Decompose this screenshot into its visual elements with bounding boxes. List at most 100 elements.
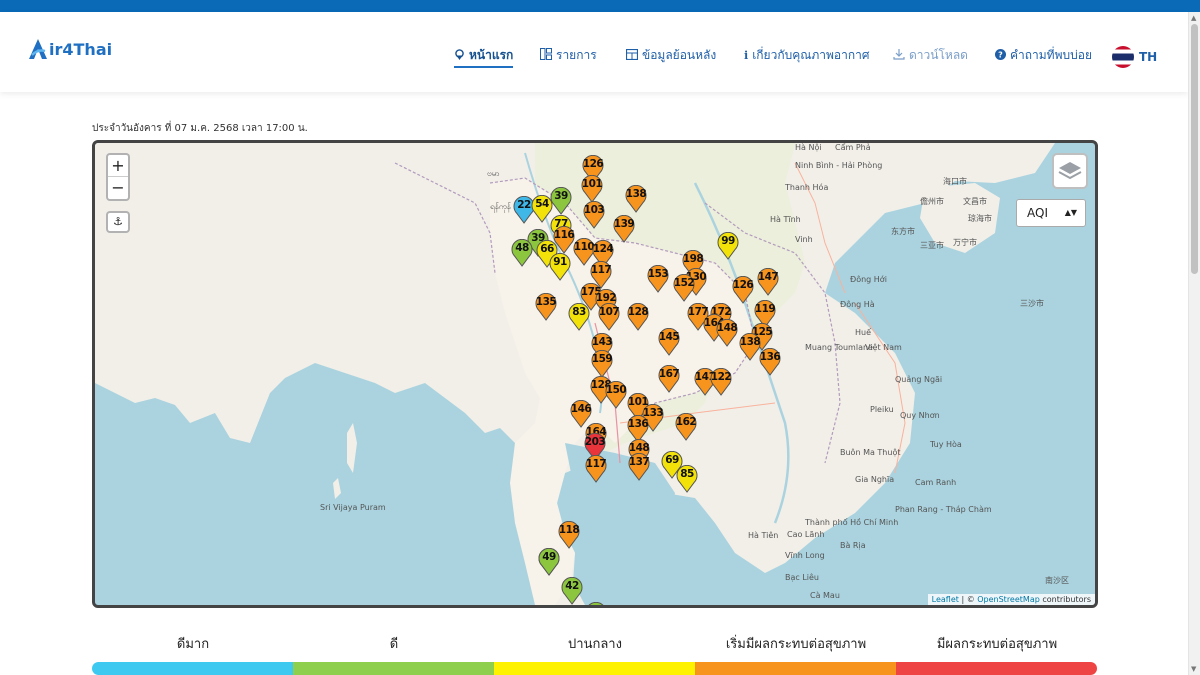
aqi-marker[interactable]: 136 xyxy=(759,347,781,376)
aqi-marker[interactable]: 49 xyxy=(538,547,560,576)
aqi-marker[interactable]: 135 xyxy=(535,292,557,321)
language-switcher[interactable]: TH xyxy=(1112,46,1157,68)
aqi-marker-value: 135 xyxy=(535,296,557,308)
aqi-marker[interactable]: 159 xyxy=(591,349,613,378)
marker-pin-icon xyxy=(588,601,604,605)
nav-about-air[interactable]: i เกี่ยวกับคุณภาพอากาศ xyxy=(744,46,870,65)
aqi-marker[interactable]: 117 xyxy=(585,454,607,483)
map-place-label: Đông Hà xyxy=(840,300,875,309)
aqi-marker[interactable]: 128 xyxy=(627,302,649,331)
osm-link[interactable]: OpenStreetMap xyxy=(977,595,1040,604)
page-scrollbar[interactable]: ▲ ▼ xyxy=(1188,12,1200,675)
aqi-marker-value: 48 xyxy=(515,242,529,254)
aqi-marker[interactable]: 167 xyxy=(658,364,680,393)
aqi-marker-value: 203 xyxy=(584,436,606,448)
aqi-marker[interactable]: 101 xyxy=(581,174,603,203)
map-place-label: 海口市 xyxy=(943,177,967,186)
aqi-marker[interactable]: 118 xyxy=(558,520,580,549)
legend-color-bar xyxy=(494,662,695,675)
map-place-label: Cao Lãnh xyxy=(787,530,825,539)
map-place-label: Hà Tiên xyxy=(748,531,779,540)
aqi-marker[interactable]: 99 xyxy=(717,231,739,260)
aqi-marker-value: 198 xyxy=(682,253,704,265)
aqi-marker[interactable]: 126 xyxy=(732,275,754,304)
aqi-map[interactable]: Hà Nội Cẩm Phả Ninh Bình - Hải Phòng Thanh … xyxy=(92,140,1098,608)
aqi-marker[interactable]: 48 xyxy=(511,238,533,267)
nav-about-air-label: เกี่ยวกับคุณภาพอากาศ xyxy=(752,48,870,62)
aqi-marker[interactable]: 162 xyxy=(675,412,697,441)
aqi-marker[interactable]: 138 xyxy=(625,184,647,213)
aqi-marker-value: 122 xyxy=(710,371,732,383)
aqi-marker[interactable]: 139 xyxy=(613,214,635,243)
aqi-marker[interactable]: 145 xyxy=(658,327,680,356)
map-place-label: 儋州市 xyxy=(920,197,944,206)
aqi-marker-value: 54 xyxy=(535,198,549,210)
pollutant-select[interactable]: AQI ▲▼ xyxy=(1016,199,1086,227)
layers-button[interactable] xyxy=(1052,153,1088,189)
map-pin-icon xyxy=(454,48,465,63)
aqi-marker-value: 153 xyxy=(647,268,669,280)
svg-text:?: ? xyxy=(998,50,1003,59)
site-logo[interactable]: ir4Thai xyxy=(28,38,112,60)
aqi-marker[interactable]: 137 xyxy=(628,452,650,481)
zoom-out-button[interactable]: − xyxy=(108,177,128,199)
map-place-label: Hà Nội xyxy=(795,143,822,152)
aqi-marker-value: 167 xyxy=(658,368,680,380)
aqi-marker[interactable]: 39 xyxy=(550,186,572,215)
scrollbar-thumb[interactable] xyxy=(1191,24,1198,274)
aqi-marker-value: 136 xyxy=(759,351,781,363)
aqi-marker-value: 85 xyxy=(680,468,694,480)
aqi-marker-value: 136 xyxy=(627,418,649,430)
aqi-marker-value: 138 xyxy=(625,188,647,200)
aqi-marker[interactable]: 83 xyxy=(568,302,590,331)
aqi-marker[interactable]: 122 xyxy=(710,367,732,396)
aqi-marker[interactable]: 138 xyxy=(739,332,761,361)
nav-history[interactable]: ข้อมูลย้อนหลัง xyxy=(625,46,716,65)
nav-download[interactable]: ดาวน์โหลด xyxy=(893,46,968,65)
map-place-label: Đông Hới xyxy=(850,275,887,284)
map-place-label: Thành phố Hồ Chí Minh xyxy=(805,518,899,527)
aqi-marker[interactable]: 153 xyxy=(647,264,669,293)
aqi-marker-value: 162 xyxy=(675,416,697,428)
aqi-marker[interactable]: 103 xyxy=(583,200,605,229)
aqi-marker[interactable]: 152 xyxy=(673,273,695,302)
zoom-in-button[interactable]: + xyxy=(108,155,128,177)
aqi-marker[interactable]: 85 xyxy=(676,464,698,493)
aqi-marker[interactable]: 43 xyxy=(585,601,607,605)
nav-home[interactable]: หน้าแรก xyxy=(454,46,514,68)
legend-label: เริ่มมีผลกระทบต่อสุขภาพ xyxy=(725,637,867,652)
attribution-tail: contributors xyxy=(1039,595,1091,604)
aqi-marker-value: 124 xyxy=(592,243,614,255)
aqi-marker-value: 143 xyxy=(591,336,613,348)
aqi-marker-value: 83 xyxy=(572,306,586,318)
aqi-marker-value: 159 xyxy=(591,353,613,365)
map-place-label: Phan Rang - Tháp Chàm xyxy=(895,505,992,514)
aqi-marker[interactable]: 107 xyxy=(598,302,620,331)
aqi-marker[interactable]: 150 xyxy=(605,380,627,409)
nav-faq[interactable]: ? คำถามที่พบบ่อย xyxy=(995,46,1092,65)
report-date: ประจำวันอังคาร ที่ 07 ม.ค. 2568 เวลา 17:… xyxy=(92,123,308,134)
aqi-marker-value: 152 xyxy=(673,277,695,289)
map-place-label: Vĩnh Long xyxy=(785,551,825,560)
aqi-marker-value: 126 xyxy=(732,279,754,291)
locate-button[interactable]: ⚓ xyxy=(106,211,130,233)
map-place-label: 琼海市 xyxy=(968,214,992,223)
map-place-label: 三沙市 xyxy=(1020,299,1044,308)
map-place-label: Việt Nam xyxy=(865,343,902,352)
aqi-marker-value: 42 xyxy=(565,580,579,592)
aqi-marker[interactable]: 147 xyxy=(757,267,779,296)
aqi-marker-value: 119 xyxy=(754,303,776,315)
scroll-down-arrow-icon[interactable]: ▼ xyxy=(1191,665,1196,673)
layers-icon xyxy=(1058,162,1082,180)
nav-list[interactable]: รายการ xyxy=(540,46,597,65)
leaflet-link[interactable]: Leaflet xyxy=(932,595,959,604)
aqi-marker[interactable]: 91 xyxy=(549,252,571,281)
aqi-marker-value: 126 xyxy=(582,158,604,170)
scroll-up-arrow-icon[interactable]: ▲ xyxy=(1191,14,1196,22)
map-place-label: 三亚市 xyxy=(920,241,944,250)
table-icon xyxy=(625,48,639,63)
aqi-marker[interactable]: 42 xyxy=(561,576,583,605)
aqi-marker[interactable]: 148 xyxy=(716,318,738,347)
map-place-label: 文昌市 xyxy=(963,197,987,206)
site-header: ir4Thai หน้าแรก รายการ ข้อมูลย้อนหลัง i … xyxy=(0,12,1188,92)
